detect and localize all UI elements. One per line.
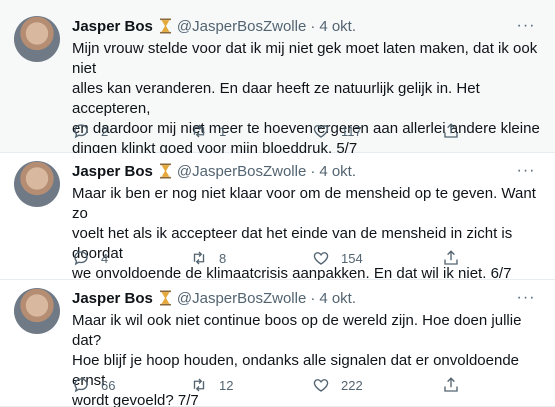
tweet-date[interactable]: 4 okt. [319, 18, 356, 35]
share-icon [444, 123, 458, 138]
reply-button[interactable]: 66 [72, 374, 115, 396]
tweet-text-line: alles kan veranderen. En daar heeft ze n… [72, 80, 480, 117]
tweet-text: Maar ik ben er nog niet klaar voor om de… [72, 184, 542, 284]
tweet[interactable]: Jasper Bos @JasperBosZwolle · 4 okt. ···… [0, 153, 555, 282]
reply-button[interactable]: 2 [72, 120, 108, 142]
avatar[interactable] [14, 288, 60, 334]
reply-count: 4 [101, 250, 109, 266]
reply-count: 2 [101, 123, 109, 139]
hourglass-icon [159, 290, 171, 306]
retweet-icon [193, 251, 205, 265]
more-options-icon[interactable]: ··· [515, 288, 537, 308]
tweet-actions: 66 12 222 [72, 374, 472, 396]
reply-icon [74, 251, 88, 266]
like-count: 154 [341, 250, 363, 266]
tweet-header: Jasper Bos @JasperBosZwolle · 4 okt. [72, 161, 356, 181]
retweet-count: 12 [219, 377, 234, 393]
heart-icon [313, 379, 329, 392]
hourglass-icon [159, 18, 171, 34]
retweet-count: 8 [219, 250, 227, 266]
author-name[interactable]: Jasper Bos [72, 163, 153, 180]
share-icon [444, 377, 458, 392]
reply-icon [74, 124, 88, 139]
heart-icon [313, 252, 329, 265]
retweet-button[interactable]: 8 [190, 247, 226, 269]
retweet-button[interactable]: 1 [190, 120, 226, 142]
reply-icon [74, 378, 88, 393]
like-count: 117 [341, 123, 362, 139]
tweet-actions: 2 1 117 [72, 120, 472, 142]
tweet-date[interactable]: 4 okt. [319, 290, 356, 307]
tweet-text-line: Mijn vrouw stelde voor dat ik mij niet g… [72, 40, 538, 77]
author-name[interactable]: Jasper Bos [72, 290, 153, 307]
tweet-text-line: Maar ik wil ook niet continue boos op de… [72, 312, 522, 349]
tweet-actions: 4 8 154 [72, 247, 472, 269]
author-name[interactable]: Jasper Bos [72, 18, 153, 35]
avatar[interactable] [14, 161, 60, 207]
more-options-icon[interactable]: ··· [515, 161, 537, 181]
retweet-icon [193, 124, 205, 138]
more-options-icon[interactable]: ··· [515, 16, 537, 36]
retweet-icon [193, 378, 205, 392]
share-button[interactable] [442, 374, 460, 396]
separator: · [310, 162, 316, 180]
heart-icon [313, 125, 329, 138]
retweet-count: 1 [219, 123, 227, 139]
hourglass-icon [159, 163, 171, 179]
tweet-header: Jasper Bos @JasperBosZwolle · 4 okt. [72, 16, 356, 36]
tweet-text-line: Maar ik ben er nog niet klaar voor om de… [72, 185, 536, 222]
author-handle[interactable]: @JasperBosZwolle [177, 290, 306, 307]
tweet-thread: Jasper Bos @JasperBosZwolle · 4 okt. ···… [0, 0, 555, 407]
like-button[interactable]: 222 [312, 374, 363, 396]
author-handle[interactable]: @JasperBosZwolle [177, 18, 306, 35]
tweet-header: Jasper Bos @JasperBosZwolle · 4 okt. [72, 288, 356, 308]
share-button[interactable] [442, 247, 460, 269]
share-icon [444, 250, 458, 265]
reply-button[interactable]: 4 [72, 247, 108, 269]
like-count: 222 [341, 377, 363, 393]
reply-count: 66 [101, 377, 116, 393]
share-button[interactable] [442, 120, 460, 142]
separator: · [310, 289, 316, 307]
tweet[interactable]: Jasper Bos @JasperBosZwolle · 4 okt. ···… [0, 0, 555, 157]
author-handle[interactable]: @JasperBosZwolle [177, 163, 306, 180]
separator: · [310, 17, 316, 35]
tweet-date[interactable]: 4 okt. [319, 163, 356, 180]
retweet-button[interactable]: 12 [190, 374, 233, 396]
tweet[interactable]: Jasper Bos @JasperBosZwolle · 4 okt. ···… [0, 280, 555, 407]
like-button[interactable]: 154 [312, 247, 363, 269]
avatar[interactable] [14, 16, 60, 62]
like-button[interactable]: 117 [312, 120, 362, 142]
